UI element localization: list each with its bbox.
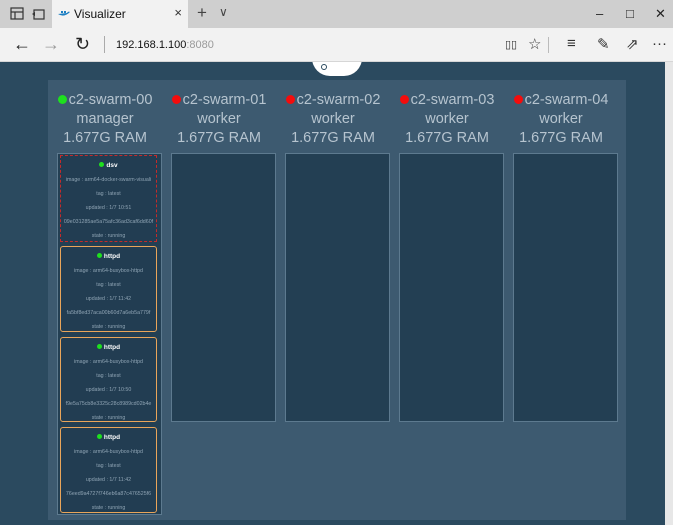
- container-id: f9e5a75cb8e3325c28c8989cd02b4e: [65, 401, 152, 407]
- node-name: c2-swarm-00: [48, 91, 162, 110]
- url-port: :8080: [186, 39, 214, 51]
- container-card[interactable]: httpd image : arm64-busybox-httpd tag : …: [60, 427, 157, 513]
- node-ram: 1.677G RAM: [519, 130, 603, 146]
- status-dot-icon: [399, 95, 409, 104]
- container-updated: updated : 1/7 11:42: [85, 296, 132, 302]
- tab-title: Visualizer: [74, 7, 126, 21]
- vertical-scrollbar[interactable]: [665, 62, 673, 525]
- container-tag: tag : latest: [96, 282, 121, 288]
- node-role: worker: [425, 111, 469, 127]
- container-id: fa5bf8ed37aca00b60d7a6eb5a779f: [66, 310, 151, 316]
- minimize-button[interactable]: –: [596, 6, 603, 21]
- set-aside-tabs-icon[interactable]: [31, 7, 45, 20]
- address-bar: ← → ↻ 192.168.1.100:8080 ▯▯ ☆ ≡ ✎ ⇗ ···: [0, 28, 673, 62]
- tab-list-chevron-icon[interactable]: ∨: [219, 5, 228, 19]
- back-arrow-icon[interactable]: ←: [13, 34, 31, 55]
- node-role: manager: [76, 111, 134, 127]
- node-name: c2-swarm-04: [504, 91, 618, 110]
- container-name: dsv: [61, 162, 156, 169]
- more-icon[interactable]: ···: [652, 35, 667, 52]
- container-status-dot-icon: [96, 434, 102, 439]
- container-state: state : running: [91, 505, 126, 511]
- container-image: image : arm64-busybox-httpd: [74, 449, 143, 455]
- container-card[interactable]: httpd image : arm64-busybox-httpd tag : …: [60, 246, 157, 332]
- status-dot-icon: [57, 95, 67, 104]
- container-image: image : arm64-busybox-httpd: [74, 268, 143, 274]
- container-state: state : running: [91, 233, 126, 239]
- status-dot-icon: [171, 95, 181, 104]
- node-container-column: [171, 153, 276, 422]
- container-updated: updated : 1/7 10:51: [85, 205, 132, 211]
- container-card[interactable]: dsv image : arm64-docker-swarm-visuali t…: [60, 155, 157, 242]
- container-name: httpd: [61, 434, 156, 441]
- maximize-button[interactable]: □: [626, 6, 634, 21]
- node-header: c2-swarm-03 worker 1.677G RAM: [390, 80, 504, 148]
- node-container-column: [285, 153, 390, 422]
- node-ram: 1.677G RAM: [63, 130, 147, 146]
- tab-close-button[interactable]: ×: [174, 5, 182, 20]
- container-tag: tag : latest: [96, 373, 121, 379]
- url-divider: [104, 36, 105, 53]
- node-role: worker: [197, 111, 241, 127]
- container-image: image : arm64-busybox-httpd: [74, 359, 143, 365]
- node-c2-swarm-03: c2-swarm-03 worker 1.677G RAM: [390, 80, 504, 422]
- browser-tab[interactable]: Visualizer ×: [52, 0, 188, 28]
- container-state: state : running: [91, 324, 126, 330]
- container-status-dot-icon: [96, 253, 102, 258]
- node-header: c2-swarm-04 worker 1.677G RAM: [504, 80, 618, 148]
- node-c2-swarm-00: c2-swarm-00 manager 1.677G RAM dsv image…: [48, 80, 162, 515]
- forward-arrow-icon[interactable]: →: [42, 34, 60, 55]
- container-tag: tag : latest: [96, 463, 121, 469]
- refresh-icon[interactable]: ↻: [75, 34, 90, 55]
- favorite-star-icon[interactable]: ☆: [528, 35, 541, 53]
- node-container-column: [513, 153, 618, 422]
- whale-eye: [321, 64, 327, 70]
- tab-preview-icon[interactable]: [10, 7, 24, 20]
- container-name: httpd: [61, 253, 156, 260]
- docker-whale-logo: [312, 62, 362, 76]
- node-ram: 1.677G RAM: [291, 130, 375, 146]
- container-image: image : arm64-docker-swarm-visuali: [65, 177, 152, 183]
- container-updated: updated : 1/7 11:42: [85, 477, 132, 483]
- container-updated: updated : 1/7 10:50: [85, 387, 132, 393]
- node-c2-swarm-04: c2-swarm-04 worker 1.677G RAM: [504, 80, 618, 422]
- node-header: c2-swarm-00 manager 1.677G RAM: [48, 80, 162, 148]
- node-ram: 1.677G RAM: [177, 130, 261, 146]
- toolbar-divider: [548, 37, 549, 53]
- container-status-dot-icon: [99, 162, 105, 167]
- tab-bar: Visualizer × + ∨ – □ ✕: [0, 0, 673, 28]
- new-tab-button[interactable]: +: [197, 3, 207, 23]
- container-card[interactable]: httpd image : arm64-busybox-httpd tag : …: [60, 337, 157, 422]
- share-icon[interactable]: ⇗: [626, 35, 639, 53]
- node-name: c2-swarm-03: [390, 91, 504, 110]
- node-ram: 1.677G RAM: [405, 130, 489, 146]
- node-header: c2-swarm-02 worker 1.677G RAM: [276, 80, 390, 148]
- url-host: 192.168.1.100: [116, 39, 187, 51]
- node-c2-swarm-01: c2-swarm-01 worker 1.677G RAM: [162, 80, 276, 422]
- node-role: worker: [311, 111, 355, 127]
- node-name: c2-swarm-02: [276, 91, 390, 110]
- reading-view-icon[interactable]: ▯▯: [505, 38, 517, 51]
- node-header: c2-swarm-01 worker 1.677G RAM: [162, 80, 276, 148]
- web-note-icon[interactable]: ✎: [597, 35, 610, 53]
- container-status-dot-icon: [96, 344, 102, 349]
- container-id: 09e031285ae5a75afc36ad3caf6dd60f: [63, 219, 154, 225]
- close-window-button[interactable]: ✕: [655, 6, 666, 22]
- node-role: worker: [539, 111, 583, 127]
- cluster-panel: c2-swarm-00 manager 1.677G RAM dsv image…: [48, 80, 626, 520]
- node-container-column: [399, 153, 504, 422]
- url-field[interactable]: 192.168.1.100:8080: [116, 39, 214, 51]
- node-name: c2-swarm-01: [162, 91, 276, 110]
- node-c2-swarm-02: c2-swarm-02 worker 1.677G RAM: [276, 80, 390, 422]
- status-dot-icon: [285, 95, 295, 104]
- hub-icon[interactable]: ≡: [567, 35, 576, 52]
- container-name: httpd: [61, 344, 156, 351]
- container-id: 76eed9a4727f746eb6a87c476525f6: [65, 491, 152, 497]
- container-state: state : running: [91, 415, 126, 421]
- container-tag: tag : latest: [96, 191, 121, 197]
- status-dot-icon: [513, 95, 523, 104]
- docker-favicon-icon: [58, 11, 70, 16]
- visualizer-app: c2-swarm-00 manager 1.677G RAM dsv image…: [0, 62, 665, 525]
- node-container-column: dsv image : arm64-docker-swarm-visuali t…: [57, 153, 162, 515]
